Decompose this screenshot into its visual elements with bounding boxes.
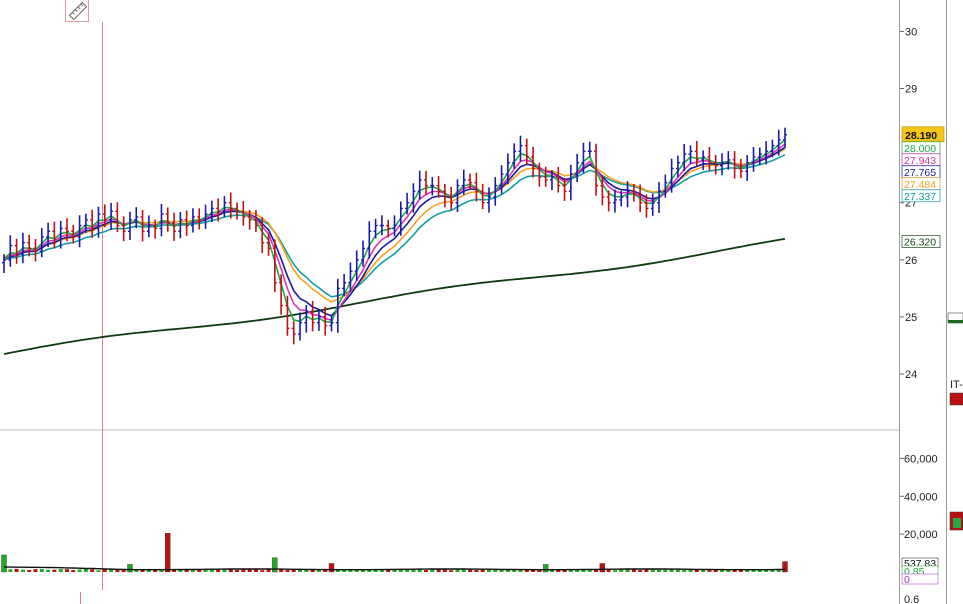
volume-spike-bar [328, 563, 335, 573]
volume-bar [631, 569, 636, 572]
volume-bar [493, 569, 498, 572]
volume-bar [657, 569, 662, 572]
volume-tick-label: 40,000 [904, 491, 938, 503]
volume-spike-bar [782, 561, 788, 573]
ma-line-long [3, 238, 786, 355]
ma-value-tag: 27.765 [904, 167, 936, 179]
ma-value-tag: 28.000 [904, 143, 936, 155]
volume-bar [96, 570, 101, 572]
ruler-tool-button[interactable] [65, 0, 89, 22]
volume-bar [682, 570, 687, 572]
value-tags: 28.19028.00027.94327.76527.48427.337 26.3… [901, 126, 945, 586]
volume-bar [71, 570, 76, 572]
volume-bar [235, 569, 240, 572]
price-tick-label: 24 [905, 369, 917, 381]
price-tick-label: 30 [905, 26, 917, 38]
volume-bar [707, 570, 712, 572]
price-tick-label: 26 [905, 255, 917, 267]
volume-bar [430, 569, 435, 572]
volume-bar [58, 569, 63, 572]
volume-bar [241, 569, 246, 572]
ma-value-tag: 27.943 [904, 155, 936, 167]
volume-bottom-tick: 0.6 [904, 594, 919, 604]
volume-bar [442, 569, 447, 572]
volume-bar [190, 570, 195, 572]
volume-bar [405, 569, 410, 572]
right-panel: IT- [947, 312, 963, 531]
volume-bar [20, 569, 25, 572]
last-price-tag: 28.190 [905, 130, 937, 142]
volume-bar [46, 569, 51, 572]
price-axis: 24252627293020,00040,00060,0000.6 [900, 26, 938, 604]
volume-bar [260, 570, 265, 572]
volume-bar [14, 568, 19, 572]
volume-bar [449, 570, 454, 572]
price-tick-label: 25 [905, 312, 917, 324]
price-bars [2, 127, 787, 345]
volume-bar [83, 568, 88, 572]
volume-value-tag: 0 [904, 574, 910, 586]
volume-bar [121, 569, 126, 572]
volume-bar [90, 569, 95, 572]
volume-bar [102, 569, 107, 572]
ma-value-tag: 26.320 [904, 237, 936, 249]
volume-spike-bar [127, 564, 133, 573]
volume-bar [33, 569, 38, 572]
volume-bar [285, 570, 290, 572]
price-tick-label: 29 [905, 84, 917, 96]
volume-spike-bar [542, 564, 549, 573]
volume-bar [77, 569, 82, 572]
volume-bar [612, 570, 617, 572]
volume-bar [216, 569, 221, 572]
volume-bar [209, 569, 214, 572]
volume-spike-bar [1, 554, 7, 573]
volume-spike-bar [599, 563, 606, 573]
stock-chart[interactable]: 24252627293020,00040,00060,0000.6 28.190… [0, 0, 963, 604]
volume-bar [8, 569, 13, 572]
volume-bar [587, 569, 592, 572]
volume-bar [266, 569, 271, 572]
volume-tick-label: 60,000 [904, 453, 938, 465]
volume-average-line [4, 566, 785, 571]
volume-spike-bar [272, 557, 278, 573]
volume-tick-label: 20,000 [904, 529, 938, 541]
volume-bars [1, 532, 788, 573]
volume-bar [518, 570, 523, 572]
ma-value-tag: 27.484 [904, 179, 936, 191]
volume-bar [468, 569, 473, 572]
ma-value-tag: 27.337 [904, 191, 936, 203]
volume-bar [423, 570, 428, 572]
volume-bar [64, 569, 69, 572]
moving-averages [3, 139, 786, 355]
volume-bar [354, 570, 359, 572]
volume-bar [474, 569, 479, 572]
volume-bar [279, 569, 284, 572]
volume-bar [776, 570, 781, 572]
volume-bar [52, 569, 57, 572]
volume-bar [39, 569, 44, 572]
volume-spike-bar [165, 532, 171, 573]
volume-bar [663, 569, 668, 572]
volume-bar [398, 569, 403, 572]
volume-bar [638, 570, 643, 572]
ruler-icon [68, 1, 88, 21]
right-panel-label: IT- [950, 379, 963, 391]
volume-bar [27, 570, 32, 572]
